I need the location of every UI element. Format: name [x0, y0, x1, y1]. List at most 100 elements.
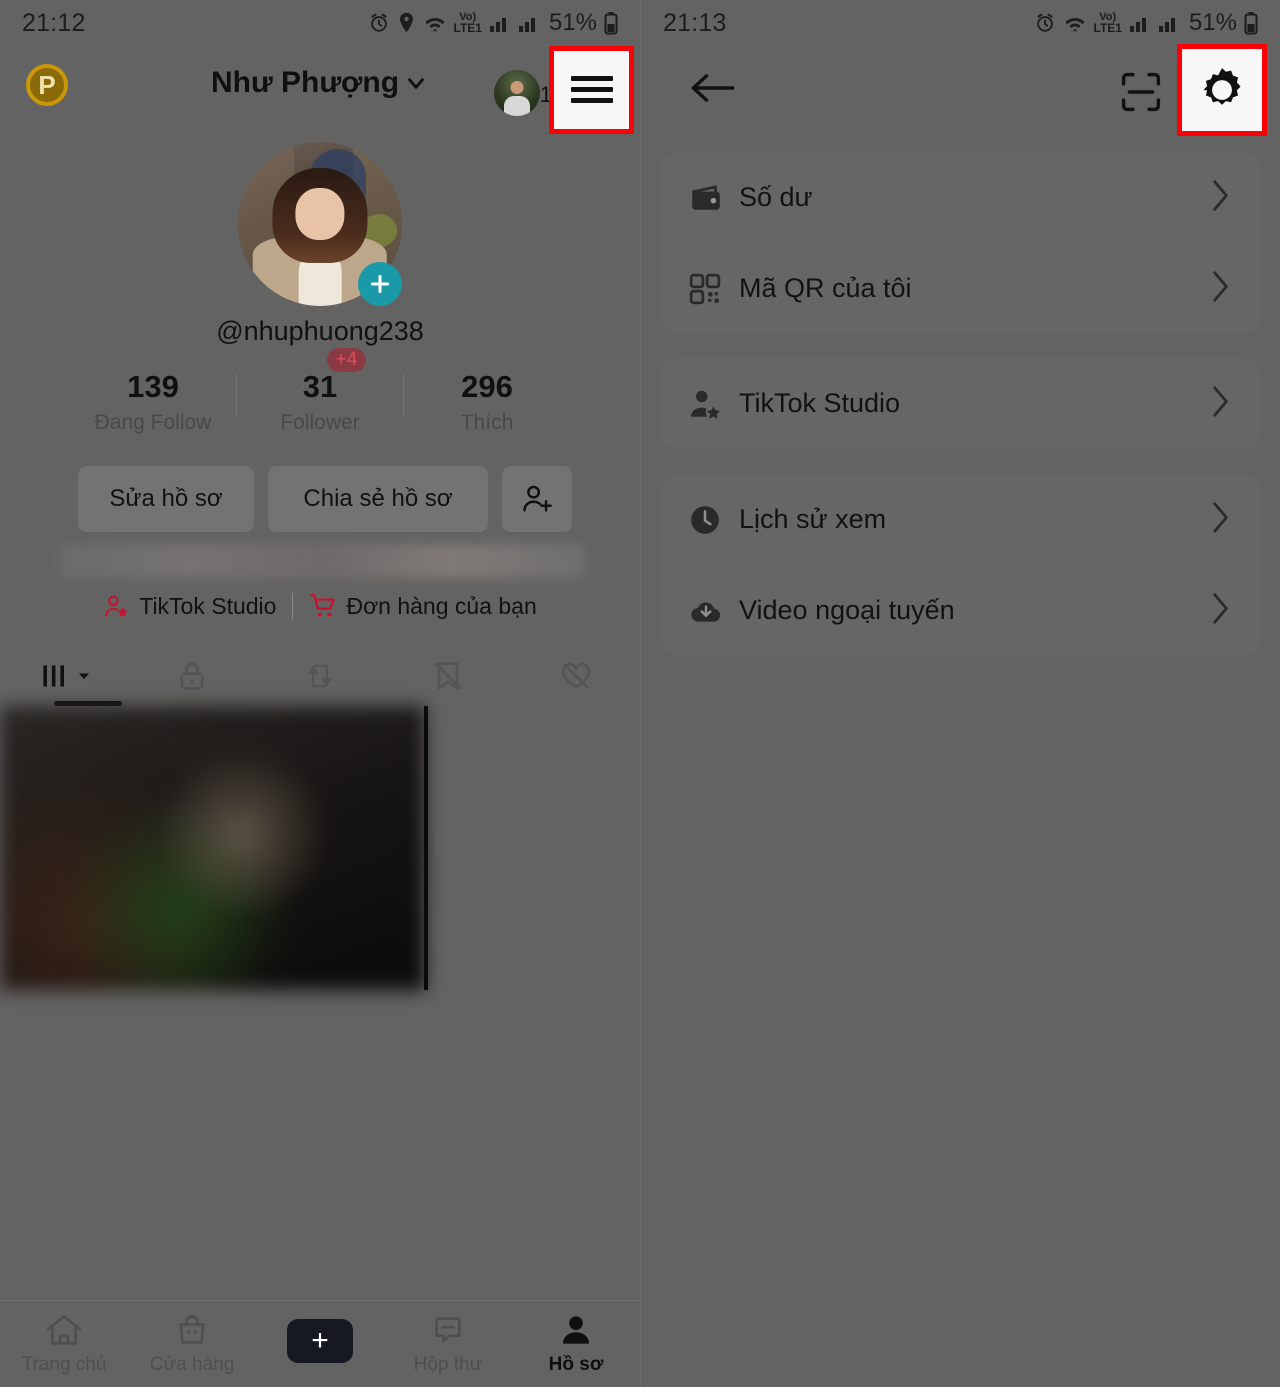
- profile-stats: 139 Đang Follow +4 31 Follower 296 Thích: [70, 348, 570, 435]
- battery-percent: 51%: [1188, 9, 1237, 36]
- nav-label: Hồ sơ: [548, 1353, 604, 1375]
- new-follower-badge: +4: [326, 348, 367, 372]
- home-icon: [47, 1314, 81, 1345]
- shop-bag-icon: [179, 1314, 205, 1344]
- quicklink-your-orders[interactable]: Đơn hàng của bạn: [309, 592, 537, 620]
- nav-label: Trang chủ: [21, 1353, 107, 1375]
- status-bar-left: 21:12 Vo) LTE1 51%: [0, 0, 640, 46]
- grid-posts-icon: [42, 665, 64, 687]
- tab-reposts[interactable]: [256, 659, 384, 693]
- alarm-icon: [370, 13, 387, 32]
- settings-button[interactable]: [1177, 44, 1267, 136]
- profile-handle[interactable]: @nhuphuong238: [0, 316, 640, 347]
- nav-item-profile[interactable]: Hồ sơ: [512, 1313, 640, 1376]
- status-time: 21:12: [22, 8, 86, 37]
- menu-group-history: Lịch sử xem Video ngoại tuyến: [661, 474, 1261, 656]
- page-title: Như Phượng: [210, 66, 400, 99]
- repost-icon: [307, 664, 333, 688]
- tab-liked[interactable]: [512, 659, 640, 693]
- menu-item-label: Lịch sử xem: [739, 504, 887, 534]
- tab-saved[interactable]: [384, 659, 512, 693]
- menu-item-label: TikTok Studio: [739, 388, 901, 418]
- find-friends-button[interactable]: [502, 466, 572, 532]
- quicklink-label: TikTok Studio: [139, 592, 277, 619]
- bottom-navigation: Trang chủ Cửa hàng + Hộp thư Hồ sơ: [0, 1300, 640, 1387]
- lock-private-icon: [180, 662, 204, 690]
- back-arrow-icon: [691, 74, 735, 102]
- battery-icon: [1244, 12, 1258, 35]
- stat-followers[interactable]: +4 31 Follower: [237, 348, 403, 435]
- qr-code-icon: [689, 273, 735, 305]
- status-icons: Vo) LTE1 51%: [1034, 9, 1259, 37]
- gear-settings-icon: [1203, 68, 1241, 105]
- saved-bookmark-icon: [434, 662, 462, 690]
- stat-value: 31: [302, 369, 338, 404]
- battery-icon: [604, 12, 618, 35]
- chevron-right-icon: [1209, 269, 1231, 308]
- wifi-icon: [424, 17, 445, 32]
- stat-following[interactable]: 139 Đang Follow: [70, 369, 236, 435]
- clock-history-icon: [689, 504, 735, 536]
- quicklink-divider: [292, 593, 294, 619]
- menu-item-offline-videos[interactable]: Video ngoại tuyến: [661, 565, 1261, 656]
- status-icons: Vo) LTE1 51%: [368, 9, 619, 37]
- menu-item-tiktok-studio[interactable]: TikTok Studio: [661, 358, 1261, 449]
- nav-item-shop[interactable]: Cửa hàng: [128, 1313, 256, 1376]
- chevron-right-icon: [1209, 384, 1231, 423]
- inbox-message-icon: [435, 1316, 461, 1343]
- chevron-down-icon: [78, 673, 89, 679]
- menu-item-balance[interactable]: Số dư: [661, 152, 1261, 243]
- nav-item-create[interactable]: +: [256, 1318, 384, 1370]
- menu-item-my-qr[interactable]: Mã QR của tôi: [661, 243, 1261, 334]
- nav-label: Cửa hàng: [149, 1353, 235, 1375]
- person-star-icon: [689, 388, 735, 420]
- quicklink-tiktok-studio[interactable]: TikTok Studio: [103, 593, 276, 620]
- edit-profile-button[interactable]: Sửa hồ sơ: [78, 466, 254, 532]
- tab-private[interactable]: [128, 659, 256, 693]
- signal-bars-2-icon: [1158, 18, 1175, 32]
- stat-label: Follower: [280, 411, 360, 435]
- add-story-button[interactable]: [358, 262, 402, 306]
- stat-likes[interactable]: 296 Thích: [404, 369, 570, 435]
- volte-indicator: Vo) LTE1: [1093, 11, 1122, 35]
- stat-label: Đang Follow: [94, 411, 212, 435]
- plus-circle-icon: [370, 274, 390, 294]
- screenshot-root: 21:12 Vo) LTE1 51% P Như Phượng 1 @nhuph…: [0, 0, 1280, 1387]
- create-plus-icon[interactable]: +: [280, 1318, 360, 1363]
- create-button-wrap: +: [280, 1318, 360, 1363]
- location-pin-icon: [399, 12, 413, 33]
- profile-bio-blurred: [60, 544, 584, 578]
- chevron-right-icon: [1209, 591, 1231, 630]
- stat-label: Thích: [460, 411, 514, 435]
- avatar-face: [295, 187, 345, 241]
- nav-item-inbox[interactable]: Hộp thư: [384, 1313, 512, 1376]
- secondary-account-avatar[interactable]: [494, 70, 540, 116]
- profile-actions: Sửa hồ sơ Chia sẻ hồ sơ: [78, 466, 572, 532]
- add-person-icon: [523, 485, 552, 512]
- avatar-torso: [504, 96, 530, 116]
- right-screen-menu: 21:13 Vo) LTE1 51% Số dư Mã QR của tôi T…: [640, 0, 1280, 1387]
- video-thumbnail-blurred[interactable]: [0, 706, 425, 990]
- wallet-icon: [689, 183, 735, 213]
- qr-scan-button[interactable]: [1119, 70, 1163, 119]
- qr-scan-icon: [1121, 72, 1161, 112]
- nav-label: Hộp thư: [413, 1353, 483, 1375]
- shopping-cart-icon: [310, 594, 336, 617]
- left-screen-profile: 21:12 Vo) LTE1 51% P Như Phượng 1 @nhuph…: [0, 0, 640, 1387]
- menu-group-wallet: Số dư Mã QR của tôi: [661, 152, 1261, 334]
- alarm-icon: [1036, 13, 1053, 32]
- menu-item-label: Số dư: [739, 182, 813, 212]
- back-button[interactable]: [689, 68, 737, 113]
- menu-item-label: Video ngoại tuyến: [739, 595, 955, 625]
- nav-item-home[interactable]: Trang chủ: [0, 1313, 128, 1376]
- person-star-icon: [105, 595, 129, 617]
- status-bar-right: 21:13 Vo) LTE1 51%: [641, 0, 1280, 46]
- tab-posts[interactable]: [0, 659, 128, 693]
- share-profile-button[interactable]: Chia sẻ hồ sơ: [268, 466, 488, 532]
- hamburger-menu-button[interactable]: [549, 46, 634, 134]
- video-thumbnail-edge: [424, 706, 428, 990]
- download-cloud-icon: [689, 596, 735, 626]
- battery-percent: 51%: [548, 9, 597, 36]
- menu-item-watch-history[interactable]: Lịch sử xem: [661, 474, 1261, 565]
- wifi-icon: [1064, 17, 1085, 32]
